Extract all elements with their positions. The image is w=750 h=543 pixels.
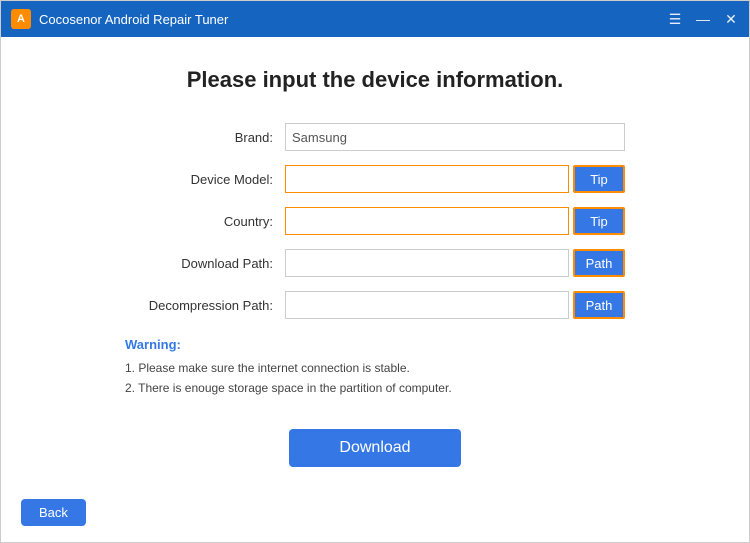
brand-row: Brand: [125,123,625,151]
warning-section: Warning: 1. Please make sure the interne… [125,337,625,399]
device-model-label: Device Model: [125,172,285,187]
back-btn-area: Back [21,499,86,526]
warning-line-1: 1. Please make sure the internet connect… [125,358,625,378]
decompression-path-label: Decompression Path: [125,298,285,313]
brand-input[interactable] [285,123,625,151]
warning-title: Warning: [125,337,625,352]
close-button[interactable]: ✕ [723,11,739,27]
app-icon: A [11,9,31,29]
device-model-tip-button[interactable]: Tip [573,165,625,193]
minimize-button[interactable]: — [695,11,711,27]
form-area: Brand: Device Model: Tip Country: Tip Do… [31,123,719,319]
device-model-row: Device Model: Tip [125,165,625,193]
download-path-row: Download Path: Path [125,249,625,277]
download-button[interactable]: Download [289,429,460,467]
country-label: Country: [125,214,285,229]
title-bar: A Cocosenor Android Repair Tuner ☰ — ✕ [1,1,749,37]
device-model-input[interactable] [285,165,569,193]
hamburger-icon[interactable]: ☰ [667,11,683,27]
main-content: Please input the device information. Bra… [1,37,749,542]
app-window: A Cocosenor Android Repair Tuner ☰ — ✕ P… [0,0,750,543]
page-title: Please input the device information. [31,67,719,93]
download-path-label: Download Path: [125,256,285,271]
country-input[interactable] [285,207,569,235]
download-btn-area: Download [31,429,719,467]
window-controls: ☰ — ✕ [667,11,739,27]
app-title: Cocosenor Android Repair Tuner [39,12,667,27]
download-path-input[interactable] [285,249,569,277]
download-path-button[interactable]: Path [573,249,625,277]
decompression-path-input[interactable] [285,291,569,319]
brand-label: Brand: [125,130,285,145]
back-button[interactable]: Back [21,499,86,526]
warning-line-2: 2. There is enouge storage space in the … [125,378,625,398]
decompression-path-row: Decompression Path: Path [125,291,625,319]
decompression-path-button[interactable]: Path [573,291,625,319]
country-tip-button[interactable]: Tip [573,207,625,235]
country-row: Country: Tip [125,207,625,235]
